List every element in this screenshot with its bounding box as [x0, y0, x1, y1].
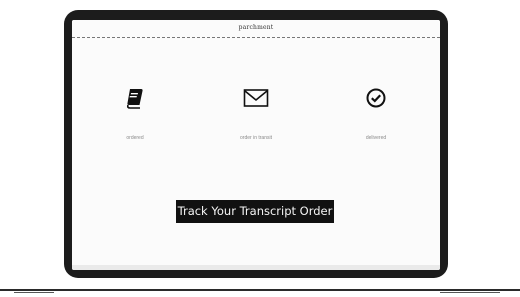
track-transcript-order-button[interactable]: Track Your Transcript Order — [176, 200, 334, 223]
step-label: order in transit — [240, 135, 272, 141]
step-delivered: delivered — [331, 85, 421, 165]
screen: parchment ordered order in transit deliv… — [72, 20, 440, 270]
step-in-transit: order in transit — [211, 85, 301, 165]
step-ordered: ordered — [90, 85, 180, 165]
base-shadow — [14, 292, 54, 293]
header-divider — [72, 37, 440, 38]
header-bar: parchment — [72, 20, 440, 38]
page: parchment ordered order in transit deliv… — [0, 0, 520, 297]
parchment-logo[interactable]: parchment — [72, 24, 440, 31]
book-icon — [90, 85, 180, 111]
step-label: delivered — [365, 135, 387, 141]
screen-footer — [72, 265, 440, 270]
check-circle-icon — [331, 85, 421, 111]
envelope-icon — [211, 85, 301, 111]
base-shadow — [440, 292, 500, 293]
laptop-base-line — [0, 289, 520, 291]
step-label: ordered — [126, 135, 144, 141]
